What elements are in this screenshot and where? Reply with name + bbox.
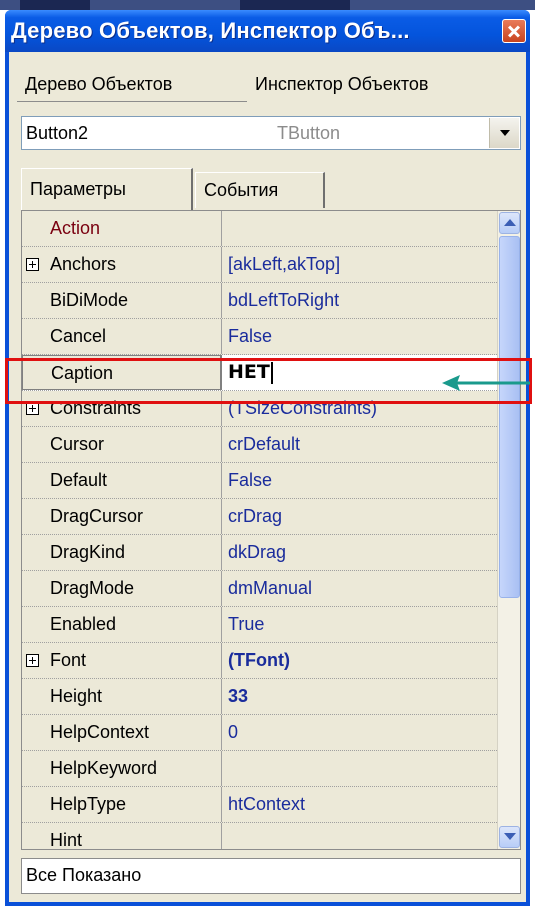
property-row-dragmode[interactable]: DragMode dmManual [22, 571, 497, 607]
property-name: DragMode [22, 571, 222, 606]
property-value[interactable]: True [228, 607, 264, 642]
property-row-default[interactable]: Default False [22, 463, 497, 499]
background-strip [0, 0, 535, 10]
scrollbar-thumb[interactable] [499, 236, 520, 598]
property-name: HelpKeyword [22, 751, 222, 786]
tab-object-tree[interactable]: Дерево Объектов [17, 66, 247, 102]
property-name: HelpContext [22, 715, 222, 750]
property-name: Hint [22, 823, 222, 849]
window-title: Дерево Объектов, Инспектор Объ... [11, 18, 410, 43]
property-value[interactable]: crDefault [228, 427, 300, 462]
property-row-cancel[interactable]: Cancel False [22, 319, 497, 355]
property-name: Height [22, 679, 222, 714]
caption-edit-text: НЕТ [228, 361, 270, 383]
scroll-up-icon[interactable] [499, 212, 520, 234]
property-value[interactable]: (TSizeConstraints) [228, 391, 377, 426]
property-name: Constraints [22, 391, 222, 426]
property-name-label: Font [50, 650, 87, 670]
property-name: DragCursor [22, 499, 222, 534]
property-value[interactable]: dkDrag [228, 535, 286, 570]
text-caret [270, 361, 273, 384]
object-inspector-window: Дерево Объектов, Инспектор Объ... Дерево… [5, 10, 530, 906]
property-value[interactable]: False [228, 463, 272, 498]
property-name-label: Anchors [50, 254, 117, 274]
property-name: Cursor [22, 427, 222, 462]
property-name: Font [22, 643, 222, 678]
property-name: BiDiMode [22, 283, 222, 318]
property-row-enabled[interactable]: Enabled True [22, 607, 497, 643]
background-image-fragment [240, 0, 350, 10]
status-bar: Все Показано [21, 858, 521, 894]
property-name: DragKind [22, 535, 222, 570]
vertical-scrollbar[interactable] [497, 211, 520, 849]
property-row-hint[interactable]: Hint [22, 823, 497, 849]
property-row-helpcontext[interactable]: HelpContext 0 [22, 715, 497, 751]
property-value[interactable]: crDrag [228, 499, 282, 534]
property-value[interactable]: [akLeft,akTop] [228, 247, 340, 282]
tab-object-inspector[interactable]: Инспектор Объектов [247, 66, 526, 102]
property-row-caption[interactable]: Caption НЕТ [22, 355, 497, 391]
property-name: Anchors [22, 247, 222, 282]
property-value[interactable]: dmManual [228, 571, 312, 606]
expand-plus-icon[interactable] [26, 402, 39, 415]
property-name-label: Constraints [50, 398, 142, 418]
property-row-font[interactable]: Font (TFont) [22, 643, 497, 679]
property-row-height[interactable]: Height 33 [22, 679, 497, 715]
scroll-down-icon[interactable] [499, 826, 520, 848]
property-value[interactable]: False [228, 319, 272, 354]
close-icon[interactable] [502, 19, 526, 43]
selected-object-name: Button2 [26, 123, 89, 143]
expand-plus-icon[interactable] [26, 258, 39, 271]
property-row-action[interactable]: Action [22, 211, 497, 247]
property-value[interactable]: 0 [228, 715, 238, 750]
property-row-dragkind[interactable]: DragKind dkDrag [22, 535, 497, 571]
property-grid: Action Anchors [akLeft,akTop] BiDiMode b… [21, 210, 521, 850]
caption-edit-field[interactable]: НЕТ [228, 355, 273, 390]
property-name: Enabled [22, 607, 222, 642]
property-name: Action [22, 211, 222, 246]
property-name: HelpType [22, 787, 222, 822]
property-row-helptype[interactable]: HelpType htContext [22, 787, 497, 823]
property-row-constraints[interactable]: Constraints (TSizeConstraints) [22, 391, 497, 427]
window-client-area: Дерево Объектов Инспектор Объектов Butto… [9, 52, 526, 902]
property-row-cursor[interactable]: Cursor crDefault [22, 427, 497, 463]
object-selector-combo[interactable]: Button2 TButton [21, 116, 521, 150]
property-row-helpkeyword[interactable]: HelpKeyword [22, 751, 497, 787]
expand-plus-icon[interactable] [26, 654, 39, 667]
property-name: Caption [22, 355, 222, 390]
property-row-bidimode[interactable]: BiDiMode bdLeftToRight [22, 283, 497, 319]
background-image-fragment [20, 0, 90, 10]
tab-properties[interactable]: Параметры [21, 168, 193, 210]
selected-object-type: TButton [277, 123, 341, 143]
property-row-dragcursor[interactable]: DragCursor crDrag [22, 499, 497, 535]
status-text: Все Показано [26, 865, 142, 885]
property-value[interactable]: htContext [228, 787, 305, 822]
chevron-down-icon[interactable] [489, 118, 519, 148]
tab-events[interactable]: События [195, 172, 325, 208]
property-value[interactable]: (TFont) [228, 643, 290, 678]
property-value[interactable]: bdLeftToRight [228, 283, 339, 318]
property-value[interactable]: 33 [228, 679, 248, 714]
title-bar[interactable]: Дерево Объектов, Инспектор Объ... [5, 10, 530, 52]
property-row-anchors[interactable]: Anchors [akLeft,akTop] [22, 247, 497, 283]
property-name: Default [22, 463, 222, 498]
property-name: Cancel [22, 319, 222, 354]
